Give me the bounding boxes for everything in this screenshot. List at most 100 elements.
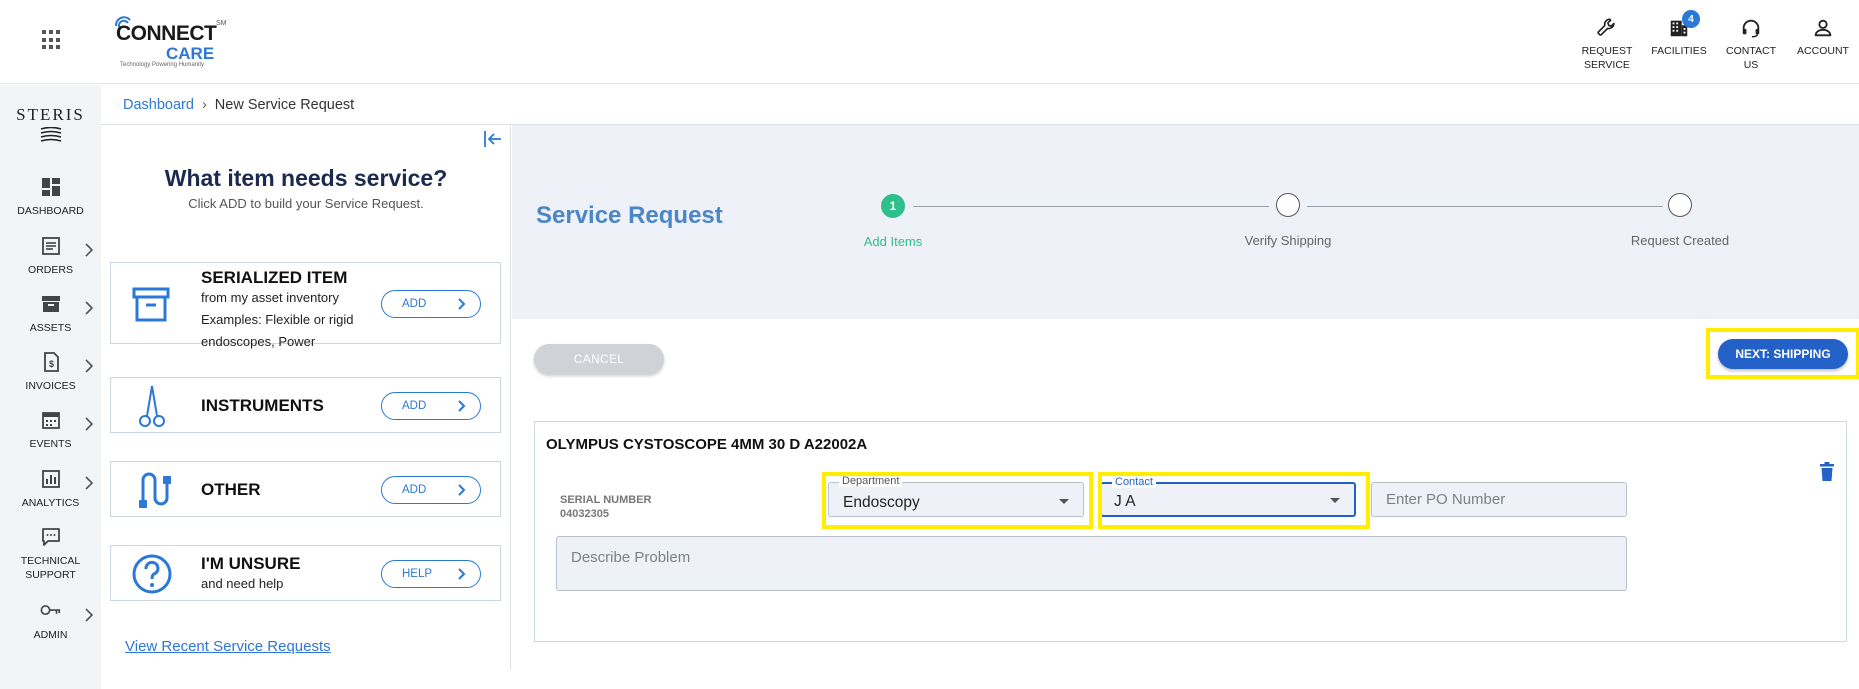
service-request-title: Service Request	[536, 202, 723, 229]
instruments-card: INSTRUMENTS ADD	[110, 377, 501, 433]
contact-value: J A	[1114, 493, 1136, 510]
step-request-created: Request Created	[1600, 193, 1760, 248]
chevron-right-icon	[85, 608, 94, 622]
rail-item-admin[interactable]: ADMIN	[0, 600, 101, 654]
add-other-button[interactable]: ADD	[381, 476, 481, 504]
contact-select[interactable]: Contact J A	[1100, 476, 1356, 517]
rail-label-orders: ORDERS	[28, 264, 73, 276]
chevron-right-icon	[458, 298, 466, 310]
orders-icon	[42, 237, 60, 255]
po-number-field[interactable]	[1371, 482, 1627, 517]
department-select[interactable]: Department Endoscopy	[828, 475, 1084, 517]
steris-brand: STERIS	[16, 105, 85, 124]
nav-facilities[interactable]: 4 FACILITIES	[1643, 10, 1715, 72]
add-button-label: ADD	[402, 298, 427, 310]
left-rail: STERIS DASHBOARD ORDERS ASSETS $ INVOICE…	[0, 85, 101, 689]
add-button-label: ADD	[402, 484, 427, 496]
breadcrumb-chevron-icon: ›	[201, 96, 207, 113]
top-nav: REQUEST SERVICE 4 FACILITIES CONTACT US …	[1571, 10, 1859, 72]
rail-item-orders[interactable]: ORDERS	[0, 235, 101, 289]
serial-number-label: SERIAL NUMBER	[560, 494, 652, 506]
add-instruments-button[interactable]: ADD	[381, 392, 481, 420]
logo-brand-sub: CARE	[166, 44, 215, 63]
describe-problem-field[interactable]	[556, 536, 1627, 591]
serial-number-value: 04032305	[560, 508, 609, 520]
question-icon	[132, 554, 172, 594]
serialized-item-desc-line: endoscopes, Power	[201, 334, 316, 349]
rail-label-assets: ASSETS	[29, 322, 72, 334]
rail-label-admin: ADMIN	[33, 629, 68, 641]
chevron-right-icon	[85, 476, 94, 490]
wrench-icon	[1597, 18, 1615, 36]
rail-label-dashboard: DASHBOARD	[17, 205, 84, 217]
step-2-label: Verify Shipping	[1244, 233, 1332, 248]
view-recent-requests-link[interactable]: View Recent Service Requests	[125, 638, 331, 655]
chevron-right-icon	[85, 417, 94, 431]
key-icon	[40, 605, 61, 616]
add-serialized-item-button[interactable]: ADD	[381, 290, 481, 318]
step-3-label: Request Created	[1630, 233, 1730, 248]
nav-account[interactable]: ACCOUNT	[1787, 16, 1859, 72]
nav-account-label: ACCOUNT	[1797, 45, 1849, 57]
rail-item-invoices[interactable]: $ INVOICES	[0, 351, 101, 405]
serialized-item-desc: from my asset inventory Examples: Flexib…	[201, 287, 381, 353]
help-button[interactable]: HELP	[381, 560, 481, 588]
facilities-count-badge: 4	[1682, 10, 1700, 28]
collapse-panel-icon[interactable]	[482, 128, 504, 150]
item-selection-panel: What item needs service? Click ADD to bu…	[101, 125, 511, 670]
rail-label-technical-support: TECHNICAL SUPPORT	[20, 555, 81, 581]
describe-problem-input[interactable]	[557, 537, 1626, 590]
breadcrumb-current: New Service Request	[214, 96, 355, 113]
logo-mark: SM	[216, 20, 227, 27]
calendar-icon	[42, 412, 60, 429]
rail-label-events: EVENTS	[29, 438, 72, 450]
serialized-item-desc-line: Examples: Flexible or rigid	[201, 312, 354, 327]
rail-item-analytics[interactable]: ANALYTICS	[0, 468, 101, 522]
breadcrumb: Dashboard › New Service Request	[101, 85, 1859, 125]
panel-subtitle: Click ADD to build your Service Request.	[188, 196, 424, 211]
nav-contact-us[interactable]: CONTACT US	[1715, 16, 1787, 72]
step-add-items: 1 Add Items	[813, 194, 973, 249]
cancel-button[interactable]: CANCEL	[534, 344, 664, 374]
po-number-input[interactable]	[1372, 483, 1626, 516]
unsure-card: I'M UNSURE and need help HELP	[110, 545, 501, 601]
logo-tagline: Technology Powering Humanity	[120, 62, 205, 68]
analytics-icon	[42, 470, 60, 488]
add-button-label: ADD	[402, 400, 427, 412]
department-label: Department	[839, 475, 903, 487]
step-1-circle: 1	[881, 194, 905, 218]
service-request-main: Service Request 1 Add Items Verify Shipp…	[512, 125, 1859, 689]
user-icon	[1814, 19, 1832, 37]
nav-request-service[interactable]: REQUEST SERVICE	[1571, 16, 1643, 72]
step-3-circle	[1668, 193, 1692, 217]
instruments-title: INSTRUMENTS	[201, 396, 324, 415]
chevron-right-icon	[85, 301, 94, 315]
rail-item-dashboard[interactable]: DASHBOARD	[0, 176, 101, 230]
logo-brand-text: CONNECT	[116, 22, 217, 45]
connect-care-logo[interactable]: CONNECT CARE SM Technology Powering Huma…	[110, 14, 230, 70]
serialized-item-title: SERIALIZED ITEM	[201, 268, 348, 287]
next-shipping-button[interactable]: NEXT: SHIPPING	[1718, 339, 1848, 369]
serialized-item-desc-line: from my asset inventory	[201, 290, 339, 305]
selected-item-card: OLYMPUS CYSTOSCOPE 4MM 30 D A22002A SERI…	[534, 421, 1847, 642]
caret-down-icon	[1059, 499, 1069, 504]
apps-grid-icon[interactable]	[42, 30, 62, 50]
top-header: CONNECT CARE SM Technology Powering Huma…	[0, 0, 1859, 84]
chevron-right-icon	[458, 400, 466, 412]
trash-icon[interactable]	[1819, 462, 1835, 482]
steris-mark-icon	[40, 127, 62, 142]
rail-item-events[interactable]: EVENTS	[0, 409, 101, 463]
serialized-item-card: SERIALIZED ITEM from my asset inventory …	[110, 262, 501, 349]
rail-label-invoices: INVOICES	[25, 380, 76, 392]
other-card: OTHER ADD	[110, 461, 501, 517]
headset-icon	[1742, 19, 1760, 38]
breadcrumb-dashboard-link[interactable]: Dashboard	[123, 97, 194, 113]
department-value: Endoscopy	[843, 494, 920, 511]
help-button-label: HELP	[402, 568, 433, 580]
cable-icon	[139, 472, 171, 508]
nav-request-service-label: REQUEST SERVICE	[1581, 45, 1633, 71]
nav-contact-us-label: CONTACT US	[1726, 45, 1776, 71]
rail-item-assets[interactable]: ASSETS	[0, 293, 101, 347]
rail-item-technical-support[interactable]: TECHNICAL SUPPORT	[0, 526, 101, 586]
step-verify-shipping: Verify Shipping	[1208, 193, 1368, 248]
